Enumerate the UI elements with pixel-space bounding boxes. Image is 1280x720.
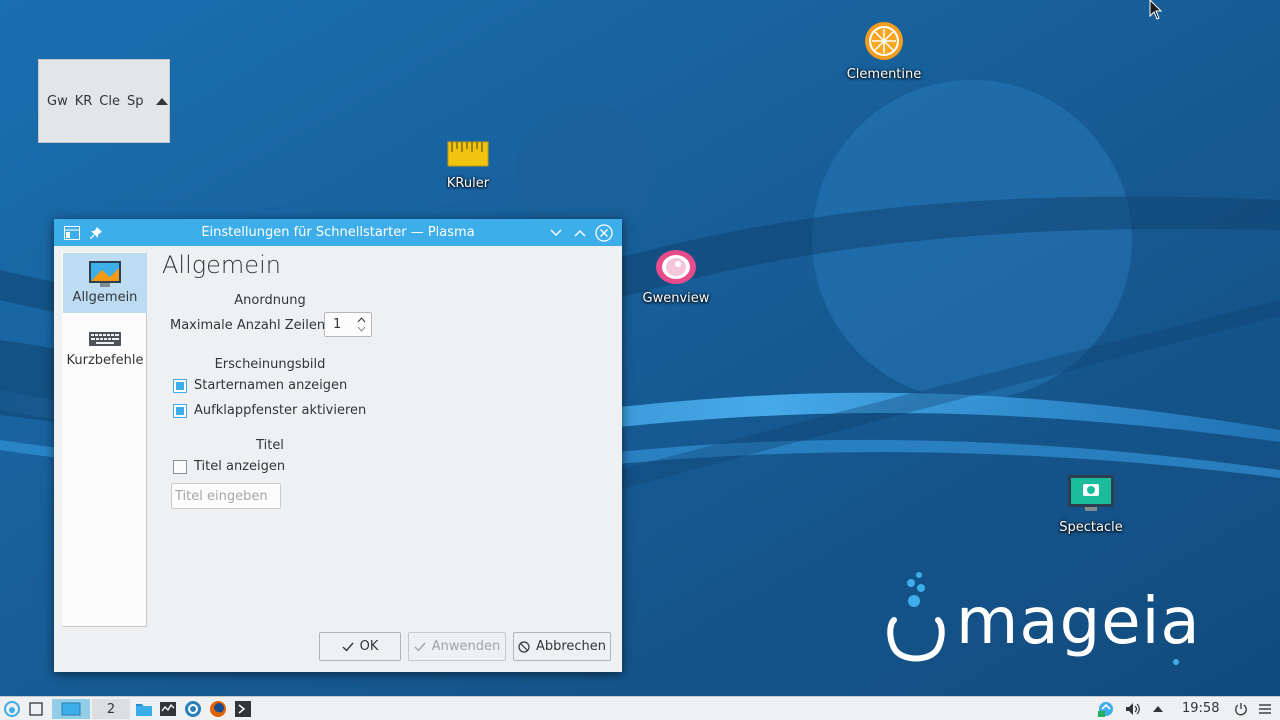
kruler-icon — [447, 141, 489, 167]
tray-expand-icon[interactable] — [1148, 699, 1168, 719]
quicklaunch-item-clementine[interactable]: Cle — [99, 94, 120, 109]
sidebar-item-label: Kurzbefehle — [66, 353, 144, 368]
max-rows-label: Maximale Anzahl Zeilen: — [170, 318, 330, 333]
settings-dialog: Einstellungen für Schnellstarter — Plasm… — [54, 219, 622, 672]
triangle-up-icon[interactable] — [156, 97, 169, 105]
apply-button[interactable]: Anwenden — [408, 632, 506, 661]
network-update-icon[interactable] — [1096, 699, 1116, 719]
clock[interactable]: 19:58 — [1182, 701, 1219, 716]
clementine-icon — [865, 22, 903, 60]
general-settings-icon — [89, 261, 121, 287]
close-icon[interactable] — [595, 224, 613, 242]
pager-desktop-1[interactable] — [52, 699, 90, 719]
cancel-button-label: Abbrechen — [535, 639, 607, 654]
system-settings-icon[interactable] — [183, 699, 203, 719]
keyboard-icon — [89, 332, 121, 346]
show-names-checkbox[interactable] — [173, 379, 187, 393]
mageia-logo: mageia — [886, 570, 1231, 675]
desktop-icon-label: Spectacle — [1059, 520, 1123, 535]
maximize-icon[interactable] — [571, 224, 589, 242]
spin-down-icon[interactable] — [357, 326, 366, 332]
title-input[interactable] — [171, 483, 281, 509]
show-desktop-icon[interactable] — [26, 699, 46, 719]
file-manager-icon[interactable] — [134, 699, 154, 719]
desktop-icon-label: Gwenview — [642, 291, 710, 306]
terminal-icon[interactable] — [233, 699, 253, 719]
application-launcher-icon[interactable] — [2, 699, 22, 719]
ok-button-label: OK — [359, 639, 379, 654]
settings-sidebar: Allgemein Kurzbefehle — [62, 252, 147, 627]
quicklaunch-widget[interactable]: Gw KR Cle Sp — [38, 59, 170, 143]
gwenview-icon — [656, 250, 696, 284]
show-title-label[interactable]: Titel anzeigen — [194, 459, 285, 474]
desktop-icon-label: Clementine — [846, 67, 922, 82]
volume-icon[interactable] — [1123, 699, 1143, 719]
sidebar-item-kurzbefehle[interactable]: Kurzbefehle — [63, 314, 147, 374]
taskbar: 2 19:58 — [0, 696, 1280, 720]
dialog-titlebar[interactable]: Einstellungen für Schnellstarter — Plasm… — [54, 219, 622, 246]
cancel-icon — [518, 640, 530, 653]
spectacle-icon — [1068, 475, 1114, 511]
desktop-icon-label: KRuler — [446, 176, 490, 191]
settings-content: Allgemein Anordnung Maximale Anzahl Zeil… — [162, 249, 612, 629]
mageia-logo-text: mageia — [956, 585, 1201, 659]
section-heading-erscheinungsbild: Erscheinungsbild — [214, 357, 326, 372]
max-rows-value: 1 — [333, 317, 342, 332]
minimize-icon[interactable] — [547, 224, 565, 242]
show-title-checkbox[interactable] — [173, 460, 187, 474]
quicklaunch-item-gwenview[interactable]: Gw — [47, 94, 68, 109]
show-names-label[interactable]: Starternamen anzeigen — [194, 378, 347, 393]
quicklaunch-item-kruler[interactable]: KR — [75, 94, 93, 109]
check-icon — [414, 642, 426, 652]
desktop-icon-kruler[interactable]: KRuler — [413, 140, 523, 191]
section-heading-anordnung: Anordnung — [234, 293, 306, 308]
spin-up-icon[interactable] — [357, 317, 366, 323]
desktop-icon-clementine[interactable]: Clementine — [829, 21, 939, 82]
desktop-icon-gwenview[interactable]: Gwenview — [621, 249, 731, 306]
dialog-title: Einstellungen für Schnellstarter — Plasm… — [201, 225, 475, 240]
pager-desktop-2[interactable]: 2 — [92, 699, 130, 719]
cancel-button[interactable]: Abbrechen — [513, 632, 611, 661]
max-rows-spinbox[interactable]: 1 — [324, 312, 372, 337]
power-icon[interactable] — [1231, 699, 1251, 719]
system-monitor-icon[interactable] — [158, 699, 178, 719]
sidebar-item-label: Allgemein — [72, 290, 138, 305]
page-title: Allgemein — [162, 251, 281, 279]
popup-label[interactable]: Aufklappfenster aktivieren — [194, 403, 366, 418]
quicklaunch-item-spectacle[interactable]: Sp — [127, 94, 144, 109]
firefox-icon[interactable] — [208, 699, 228, 719]
check-icon — [342, 642, 354, 652]
sidebar-item-allgemein[interactable]: Allgemein — [63, 253, 147, 313]
desktop-icon-spectacle[interactable]: Spectacle — [1036, 474, 1146, 535]
panel-menu-icon[interactable] — [1255, 699, 1275, 719]
section-heading-titel: Titel — [256, 438, 284, 453]
popup-checkbox[interactable] — [173, 404, 187, 418]
ok-button[interactable]: OK — [319, 632, 401, 661]
apply-button-label: Anwenden — [431, 639, 501, 654]
mouse-cursor — [1149, 0, 1163, 20]
